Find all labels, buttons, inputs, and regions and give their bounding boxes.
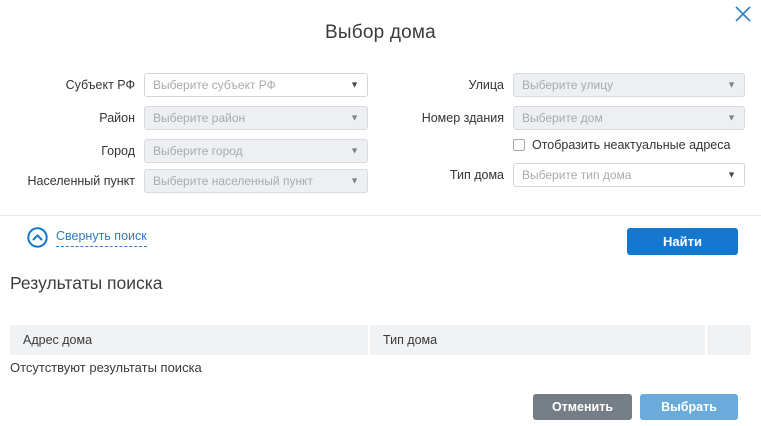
dropdown-placeholder: Выберите тип дома — [522, 168, 631, 182]
dropdown-building-number[interactable]: Выберите дом ▼ — [513, 106, 745, 130]
chevron-down-icon: ▼ — [727, 80, 736, 90]
dropdown-house-type[interactable]: Выберите тип дома ▼ — [513, 163, 745, 187]
dropdown-placeholder: Выберите улицу — [522, 78, 613, 92]
dropdown-settlement[interactable]: Выберите населенный пункт ▼ — [144, 169, 368, 193]
dropdown-placeholder: Выберите город — [153, 144, 243, 158]
select-button[interactable]: Выбрать — [640, 394, 738, 420]
field-label-building-number: Номер здания — [369, 111, 504, 125]
chevron-down-icon: ▼ — [350, 146, 359, 156]
checkbox-label: Отобразить неактуальные адреса — [532, 138, 730, 152]
empty-results-message: Отсутствуют результаты поиска — [10, 360, 202, 375]
column-header-house-type: Тип дома — [370, 325, 705, 355]
field-label-street: Улица — [369, 78, 504, 92]
form-row: Улица Выберите улицу ▼ — [369, 73, 745, 97]
dropdown-subject-rf[interactable]: Выберите субъект РФ ▼ — [144, 73, 368, 97]
dropdown-placeholder: Выберите субъект РФ — [153, 78, 276, 92]
find-button[interactable]: Найти — [627, 228, 738, 255]
show-inactive-addresses-option: Отобразить неактуальные адреса — [513, 137, 730, 153]
page-title: Выбор дома — [0, 22, 761, 44]
divider — [0, 215, 761, 216]
dropdown-city[interactable]: Выберите город ▼ — [144, 139, 368, 163]
chevron-down-icon: ▼ — [350, 113, 359, 123]
form-row: Город Выберите город ▼ — [0, 139, 368, 163]
form-row: Номер здания Выберите дом ▼ — [369, 106, 745, 130]
form-row: Тип дома Выберите тип дома ▼ — [369, 163, 745, 187]
dropdown-placeholder: Выберите район — [153, 111, 245, 125]
cancel-button[interactable]: Отменить — [533, 394, 632, 420]
form-row: Субъект РФ Выберите субъект РФ ▼ — [0, 73, 368, 97]
chevron-down-icon: ▼ — [350, 80, 359, 90]
dropdown-placeholder: Выберите дом — [522, 111, 603, 125]
chevron-down-icon: ▼ — [727, 113, 736, 123]
field-label-district: Район — [0, 111, 135, 125]
column-header-address: Адрес дома — [10, 325, 368, 355]
dropdown-district[interactable]: Выберите район ▼ — [144, 106, 368, 130]
field-label-subject: Субъект РФ — [0, 78, 135, 92]
dropdown-placeholder: Выберите населенный пункт — [153, 174, 313, 188]
show-inactive-addresses-checkbox[interactable] — [513, 139, 525, 151]
close-icon[interactable] — [733, 4, 753, 24]
results-table-header: Адрес дома Тип дома — [10, 325, 751, 355]
dropdown-street[interactable]: Выберите улицу ▼ — [513, 73, 745, 97]
chevron-down-icon: ▼ — [727, 170, 736, 180]
column-header-actions — [707, 325, 751, 355]
form-row: Район Выберите район ▼ — [0, 106, 368, 130]
chevron-up-circle-icon — [27, 227, 48, 248]
house-selection-dialog: Выбор дома Субъект РФ Выберите субъект Р… — [0, 0, 761, 426]
chevron-down-icon: ▼ — [350, 176, 359, 186]
field-label-house-type: Тип дома — [369, 168, 504, 182]
results-heading: Результаты поиска — [10, 273, 163, 294]
field-label-settlement: Населенный пункт — [0, 174, 135, 188]
collapse-search-link[interactable]: Свернуть поиск — [27, 227, 147, 248]
collapse-search-label: Свернуть поиск — [56, 229, 147, 247]
form-row: Населенный пункт Выберите населенный пун… — [0, 169, 368, 193]
field-label-city: Город — [0, 144, 135, 158]
